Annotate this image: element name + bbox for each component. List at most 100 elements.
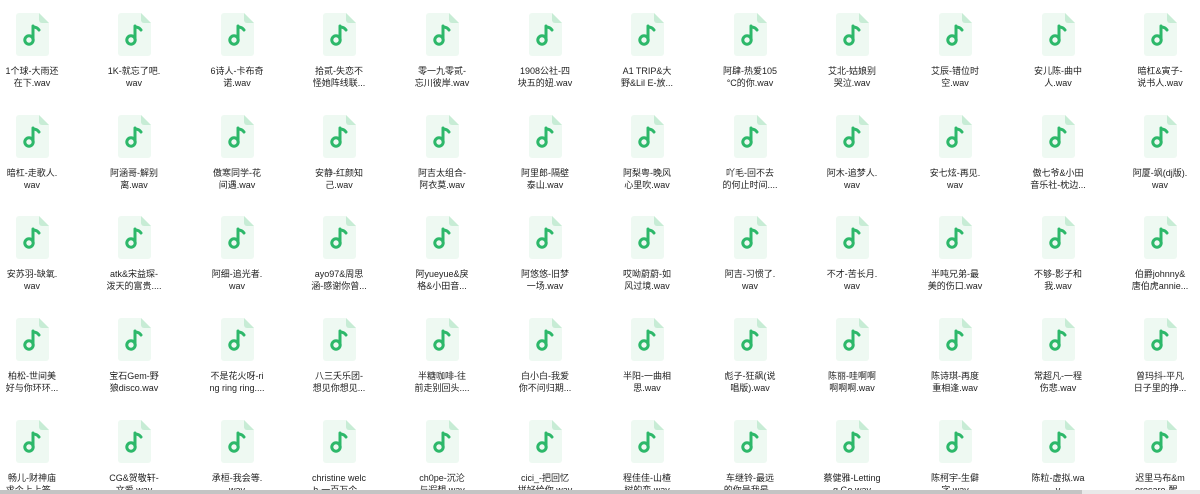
file-item[interactable]: 阿里郎-隔壁 泰山.wav <box>505 115 585 213</box>
file-name: 不才-苦长月. wav <box>812 268 892 292</box>
file-item[interactable]: 陈诗琪-再度 重相逢.wav <box>915 318 995 416</box>
file-item[interactable]: 承桓-我会等.wav <box>197 420 277 494</box>
file-item[interactable]: 曾玛抖-平凡 日子里的挣... <box>1120 318 1200 416</box>
file-item[interactable]: 阿吉太组合- 阿衣莫.wav <box>402 115 482 213</box>
file-item[interactable]: 阿细-追光者. wav <box>197 216 277 314</box>
file-item[interactable]: A1 TRIP&大 野&Lil E-放... <box>607 13 687 111</box>
file-name-line: 阿涵哥-解别 <box>110 168 158 178</box>
file-name-line: 拾贰-失恋不 <box>315 66 363 76</box>
file-item[interactable]: 傲寒同学-花 间遇.wav <box>197 115 277 213</box>
file-item[interactable]: 吖毛-回不去 的何止时间.... <box>710 115 790 213</box>
file-name-line: 陈丽-哇啊啊 <box>828 371 876 381</box>
file-item[interactable]: 宝石Gem-野 狼disco.wav <box>94 318 174 416</box>
file-item[interactable]: atk&宋益琛- 泼天的富贵.... <box>94 216 174 314</box>
file-item[interactable]: 傲七爷&小田 音乐社-枕边... <box>1018 115 1098 213</box>
file-name: 安苏羽-缺氧. wav <box>0 268 72 292</box>
file-item[interactable]: ch0pe-沉沦与遐想.wav <box>402 420 482 494</box>
file-item[interactable]: christine welch-一百万个... <box>299 420 379 494</box>
file-item[interactable]: 安苏羽-缺氧. wav <box>0 216 72 314</box>
file-item[interactable]: 陈粒-虚拟.wav <box>1018 420 1098 494</box>
file-item[interactable]: 1K-就忘了吧. wav <box>94 13 174 111</box>
file-item[interactable]: 白小白-我爱 你不问归期... <box>505 318 585 416</box>
file-name-line: 阿厦-飒(dj版). <box>1132 168 1188 178</box>
file-item[interactable]: 1908公社-四 块五的妞.wav <box>505 13 585 111</box>
file-item[interactable]: CG&贺敬轩-文爱.wav <box>94 420 174 494</box>
file-item[interactable]: 半糖咖啡-往 前走别回头.... <box>402 318 482 416</box>
file-item[interactable]: 艾辰-错位时 空.wav <box>915 13 995 111</box>
file-item[interactable]: 伯爵johnny& 唐伯虎annie... <box>1120 216 1200 314</box>
file-item[interactable]: 1个球-大雨还 在下.wav <box>0 13 72 111</box>
file-name: ayo97&周思 涵-感谢你曾... <box>299 268 379 292</box>
file-item[interactable]: 彪子-狂飙(说 唱版).wav <box>710 318 790 416</box>
scrollbar-thumb[interactable] <box>0 490 1082 494</box>
file-item[interactable]: 陈柯宇-生僻字.wav <box>915 420 995 494</box>
file-item[interactable]: 畅儿-财神庙求个上上签... <box>0 420 72 494</box>
file-item[interactable]: 半吨兄弟-最 美的伤口.wav <box>915 216 995 314</box>
file-item[interactable]: 程佳佳-山楂树的恋.wav <box>607 420 687 494</box>
file-item[interactable]: 不才-苦长月. wav <box>812 216 892 314</box>
file-item[interactable]: 拾贰-失恋不 怪她阵线联... <box>299 13 379 111</box>
file-item[interactable]: 阿梨粤-晚风 心里吹.wav <box>607 115 687 213</box>
file-item[interactable]: 柏松-世间美 好与你环环... <box>0 318 72 416</box>
file-name: 不够-影子和 我.wav <box>1018 268 1098 292</box>
file-name-line: 块五的妞.wav <box>517 78 573 88</box>
file-name-line: 常超凡-一程 <box>1034 371 1082 381</box>
file-item[interactable]: 车继铃-最远的你是我最... <box>710 420 790 494</box>
music-file-icon <box>733 13 767 56</box>
music-file-icon <box>15 115 49 158</box>
file-item[interactable]: 暗杠-走歌人. wav <box>0 115 72 213</box>
file-item[interactable]: 半阳-一曲相 思.wav <box>607 318 687 416</box>
file-name: 零一九零贰- 忘川彼岸.wav <box>402 65 482 89</box>
file-item[interactable]: 6诗人-卡布奇 诺.wav <box>197 13 277 111</box>
file-item[interactable]: 艾北-姑娘别 哭泣.wav <box>812 13 892 111</box>
music-file-icon <box>630 115 664 158</box>
file-item[interactable]: 哎呦蔚蔚-如 风过境.wav <box>607 216 687 314</box>
file-name: 吖毛-回不去 的何止时间.... <box>710 167 790 191</box>
file-name: 暗杠-走歌人. wav <box>0 167 72 191</box>
file-name-line: christine welc <box>311 473 367 483</box>
file-item[interactable]: 阿木-追梦人. wav <box>812 115 892 213</box>
file-item[interactable]: 常超凡-一程 伤悲.wav <box>1018 318 1098 416</box>
file-name: 彪子-狂飙(说 唱版).wav <box>710 370 790 394</box>
file-item[interactable]: 安静-红颜知 己.wav <box>299 115 379 213</box>
file-item[interactable]: 安七炫-再见. wav <box>915 115 995 213</box>
file-name-line: 半吨兄弟-最 <box>931 269 979 279</box>
file-item[interactable]: 迟里马布&morecare-醒... <box>1120 420 1200 494</box>
file-name-line: 不才-苦长月. <box>826 269 878 279</box>
file-item[interactable]: 阿肆-热爱105 °C的你.wav <box>710 13 790 111</box>
file-name: 半阳-一曲相 思.wav <box>607 370 687 394</box>
file-name-line: 美的伤口.wav <box>927 281 983 291</box>
file-item[interactable]: 零一九零贰- 忘川彼岸.wav <box>402 13 482 111</box>
music-file-icon <box>425 420 459 463</box>
horizontal-scrollbar[interactable] <box>0 490 1200 494</box>
file-name-line: 阿衣莫.wav <box>419 180 465 190</box>
file-name-line: 吖毛-回不去 <box>726 168 774 178</box>
file-item[interactable]: 蔡健雅-Lettingg Go.wav <box>812 420 892 494</box>
file-item[interactable]: 阿吉-习惯了. wav <box>710 216 790 314</box>
file-name-line: 阿吉太组合- <box>418 168 466 178</box>
file-item[interactable]: 安儿陈-曲中 人.wav <box>1018 13 1098 111</box>
file-name-line: wav <box>23 281 40 291</box>
file-item[interactable]: 阿涵哥-解别 离.wav <box>94 115 174 213</box>
file-item[interactable]: ayo97&周思 涵-感谢你曾... <box>299 216 379 314</box>
file-item[interactable]: 陈丽-哇啊啊 啊啊啊.wav <box>812 318 892 416</box>
file-item[interactable]: 阿厦-飒(dj版). wav <box>1120 115 1200 213</box>
file-name-line: 我.wav <box>1044 281 1072 291</box>
file-name: 傲七爷&小田 音乐社-枕边... <box>1018 167 1098 191</box>
file-item[interactable]: 阿悠悠-旧梦 一场.wav <box>505 216 585 314</box>
file-name-line: 艾北-姑娘别 <box>828 66 876 76</box>
file-item[interactable]: 八三夭乐团- 想见你想见... <box>299 318 379 416</box>
file-name: 拾贰-失恋不 怪她阵线联... <box>299 65 379 89</box>
file-name-line: 狼disco.wav <box>109 383 159 393</box>
file-name-line: 哭泣.wav <box>833 78 871 88</box>
file-name-line: 白小白-我爱 <box>521 371 569 381</box>
file-item[interactable]: 不够-影子和 我.wav <box>1018 216 1098 314</box>
file-item[interactable]: 阿yueyue&戾 格&小田音... <box>402 216 482 314</box>
file-name-line: 野&Lil E-放... <box>620 78 673 88</box>
file-name-line: 离.wav <box>120 180 148 190</box>
file-item[interactable]: 不是花火呀-ri ng ring ring.... <box>197 318 277 416</box>
file-name-line: wav <box>741 281 758 291</box>
file-item[interactable]: 暗杠&寅子- 说书人.wav <box>1120 13 1200 111</box>
music-file-icon <box>425 318 459 361</box>
file-item[interactable]: cici_-把回忆拼好给你.wav <box>505 420 585 494</box>
